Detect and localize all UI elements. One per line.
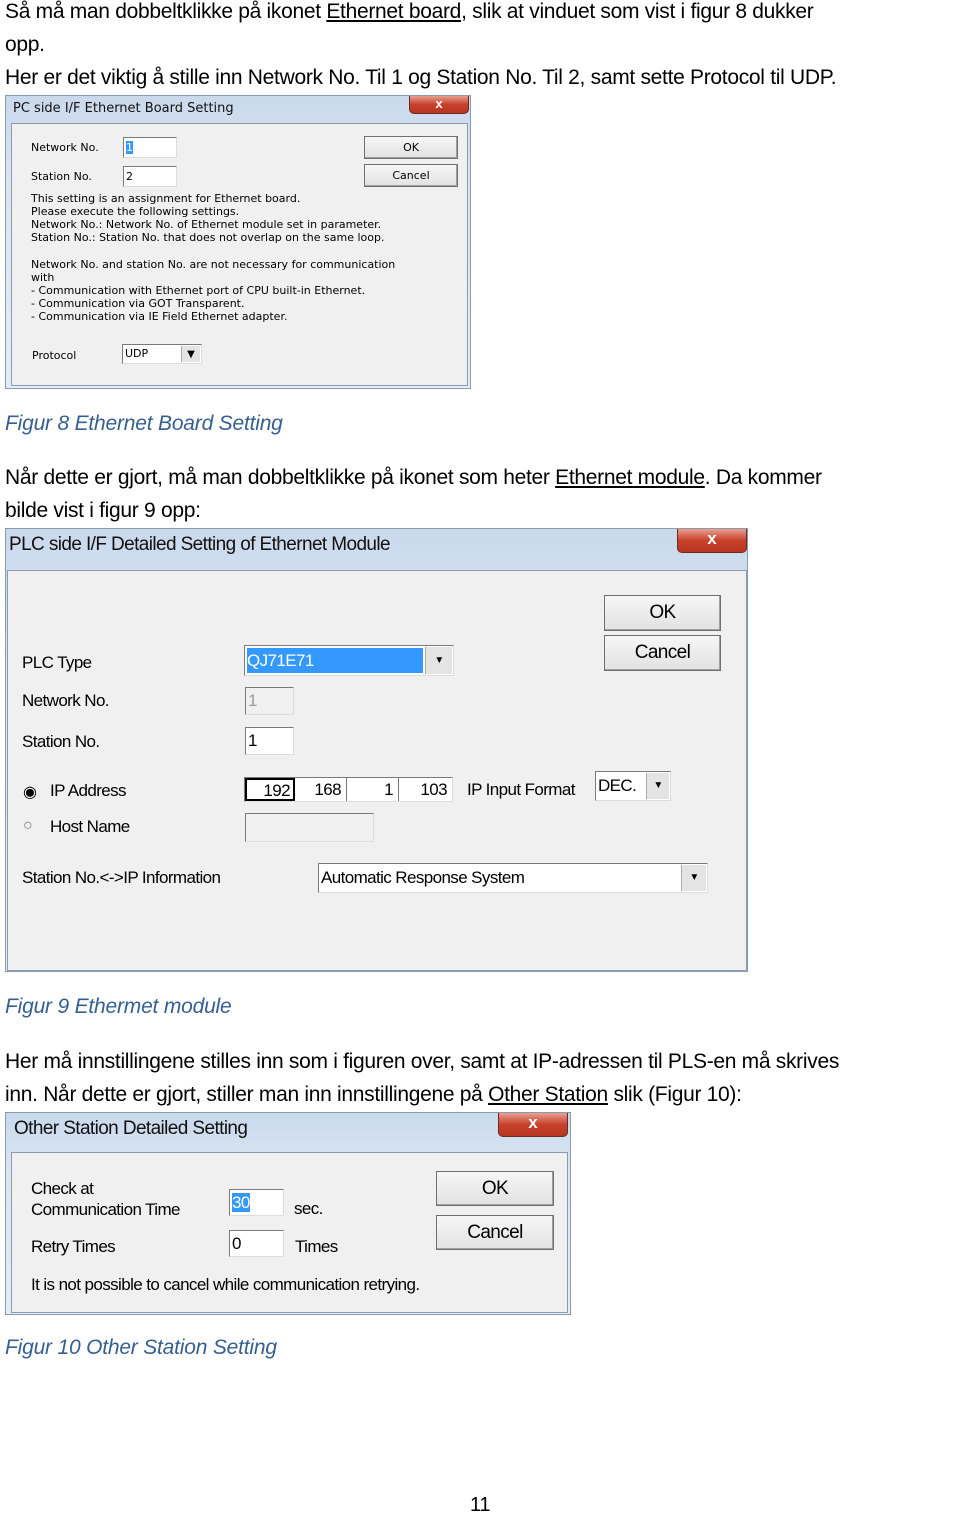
paragraph-2: Her er det viktig å stille inn Network N… [5, 66, 837, 89]
ip-octet[interactable]: 103 [399, 778, 451, 801]
figure-10-caption: Figur 10 Other Station Setting [5, 1336, 277, 1359]
paragraph-1: Så må man dobbeltklikke på ikonet Ethern… [5, 0, 814, 28]
paragraph-3: Når dette er gjort, må man dobbeltklikke… [5, 461, 822, 494]
dialog-title: PLC side I/F Detailed Setting of Etherne… [9, 534, 391, 555]
value: Automatic Response System [321, 868, 525, 887]
info-line: This setting is an assignment for Ethern… [31, 192, 301, 205]
protocol-label: Protocol [32, 349, 77, 362]
note-text: It is not possible to cancel while commu… [31, 1275, 420, 1294]
retry-times-input[interactable]: 0 [229, 1230, 284, 1257]
close-button[interactable]: x [677, 529, 747, 553]
dialog-title: Other Station Detailed Setting [14, 1118, 248, 1139]
text: , slik at vinduet som vist i figur 8 duk… [461, 0, 814, 23]
host-name-input[interactable] [245, 813, 374, 842]
ip-octet[interactable]: 168 [295, 778, 347, 801]
info-text-2: Network No. and station No. are not nece… [31, 258, 395, 323]
times-unit: Times [295, 1237, 338, 1256]
value: DEC. [598, 776, 637, 795]
label-line: Check at [31, 1179, 94, 1198]
ethernet-board-setting-dialog: PC side I/F Ethernet Board Setting x Net… [5, 95, 471, 389]
ip-input-format-select[interactable]: DEC. ▼ [595, 771, 671, 801]
network-no-label: Network No. [31, 141, 99, 154]
dialog-body: Network No. 1 Station No. 2 OK Cancel Th… [11, 123, 468, 386]
network-no-input[interactable]: 1 [123, 137, 177, 158]
info-line: - Communication with Ethernet port of CP… [31, 284, 366, 297]
close-button[interactable]: x [409, 96, 469, 114]
text: Når dette er gjort, må man dobbeltklikke… [5, 466, 556, 489]
info-text: This setting is an assignment for Ethern… [31, 192, 384, 244]
chevron-down-icon: ▼ [681, 865, 706, 891]
info-line: Network No. and station No. are not nece… [31, 258, 396, 271]
station-no-input[interactable]: 2 [123, 166, 177, 187]
cancel-button[interactable]: Cancel [604, 635, 721, 671]
check-time-input[interactable]: 30 [229, 1189, 284, 1216]
chevron-down-icon: ▼ [181, 346, 200, 362]
page-number: 11 [470, 1494, 491, 1516]
station-ip-info-select[interactable]: Automatic Response System ▼ [318, 863, 708, 893]
info-line: Station No.: Station No. that does not o… [31, 231, 385, 244]
station-no-input[interactable]: 1 [245, 727, 294, 755]
ok-button[interactable]: OK [436, 1171, 554, 1206]
network-no-input[interactable]: 1 [245, 687, 294, 715]
cancel-button[interactable]: Cancel [364, 164, 458, 187]
network-no-label: Network No. [22, 691, 110, 710]
dialog-body: Check at Communication Time 30 sec. Retry… [11, 1152, 568, 1313]
plc-type-select[interactable]: QJ71E71 ▼ [244, 645, 454, 676]
figure-9-caption: Figur 9 Ethermet module [5, 995, 232, 1018]
check-time-label: Check at Communication Time [31, 1178, 180, 1220]
ok-button[interactable]: OK [364, 136, 458, 159]
paragraph-4: Her må innstillingene stilles inn som i … [5, 1050, 840, 1073]
retry-times-label: Retry Times [31, 1237, 116, 1256]
other-station-ref: Other Station [488, 1083, 608, 1106]
ok-button[interactable]: OK [604, 595, 721, 631]
close-button[interactable]: x [498, 1113, 568, 1137]
text: Så må man dobbeltklikke på ikonet [5, 0, 327, 23]
chevron-down-icon: ▼ [425, 647, 452, 674]
station-no-label: Station No. [22, 732, 100, 751]
station-ip-info-label: Station No.<->IP Information [22, 868, 221, 887]
ip-octet[interactable]: 192 [245, 778, 295, 801]
paragraph-1-cont: opp. [5, 33, 45, 56]
info-line: Please execute the following settings. [31, 205, 240, 218]
info-line: - Communication via GOT Transparent. [31, 297, 245, 310]
seconds-unit: sec. [294, 1199, 323, 1218]
text: inn. Når dette er gjort, stiller man inn… [5, 1083, 489, 1106]
ip-octet[interactable]: 1 [347, 778, 399, 801]
protocol-select[interactable]: UDP ▼ [122, 344, 202, 364]
ethernet-module-setting-dialog: PLC side I/F Detailed Setting of Etherne… [5, 528, 748, 972]
text: slik (Figur 10): [607, 1083, 742, 1106]
info-line: - Communication via IE Field Ethernet ad… [31, 310, 288, 323]
ip-address-label: IP Address [50, 781, 127, 800]
host-name-label: Host Name [50, 817, 130, 836]
figure-8-caption: Figur 8 Ethernet Board Setting [5, 412, 283, 435]
text: . Da kommer [704, 466, 822, 489]
dialog-body: OK Cancel PLC Type QJ71E71 ▼ Network No. … [7, 570, 747, 971]
ip-address-input[interactable]: 192 168 1 103 [244, 777, 453, 802]
ethernet-board-ref: Ethernet board [326, 0, 462, 23]
other-station-setting-dialog: Other Station Detailed Setting x Check a… [5, 1112, 571, 1315]
paragraph-3-cont: bilde vist i figur 9 opp: [5, 499, 201, 522]
label-line: Communication Time [31, 1200, 180, 1219]
info-line: with [31, 271, 55, 284]
station-no-label: Station No. [31, 170, 92, 183]
value: 1 [126, 141, 133, 154]
ethernet-module-ref: Ethernet module [555, 466, 705, 489]
plc-type-label: PLC Type [22, 653, 92, 672]
host-name-radio[interactable]: ○ [23, 817, 33, 835]
info-line: Network No.: Network No. of Ethernet mod… [31, 218, 382, 231]
paragraph-4-cont: inn. Når dette er gjort, stiller man inn… [5, 1078, 742, 1111]
ip-address-radio[interactable]: ◉ [23, 782, 37, 802]
chevron-down-icon: ▼ [646, 773, 669, 799]
ip-input-format-label: IP Input Format [467, 780, 575, 799]
value: QJ71E71 [247, 648, 423, 673]
value: 30 [232, 1193, 250, 1212]
cancel-button[interactable]: Cancel [436, 1215, 554, 1250]
value: UDP [125, 347, 149, 360]
